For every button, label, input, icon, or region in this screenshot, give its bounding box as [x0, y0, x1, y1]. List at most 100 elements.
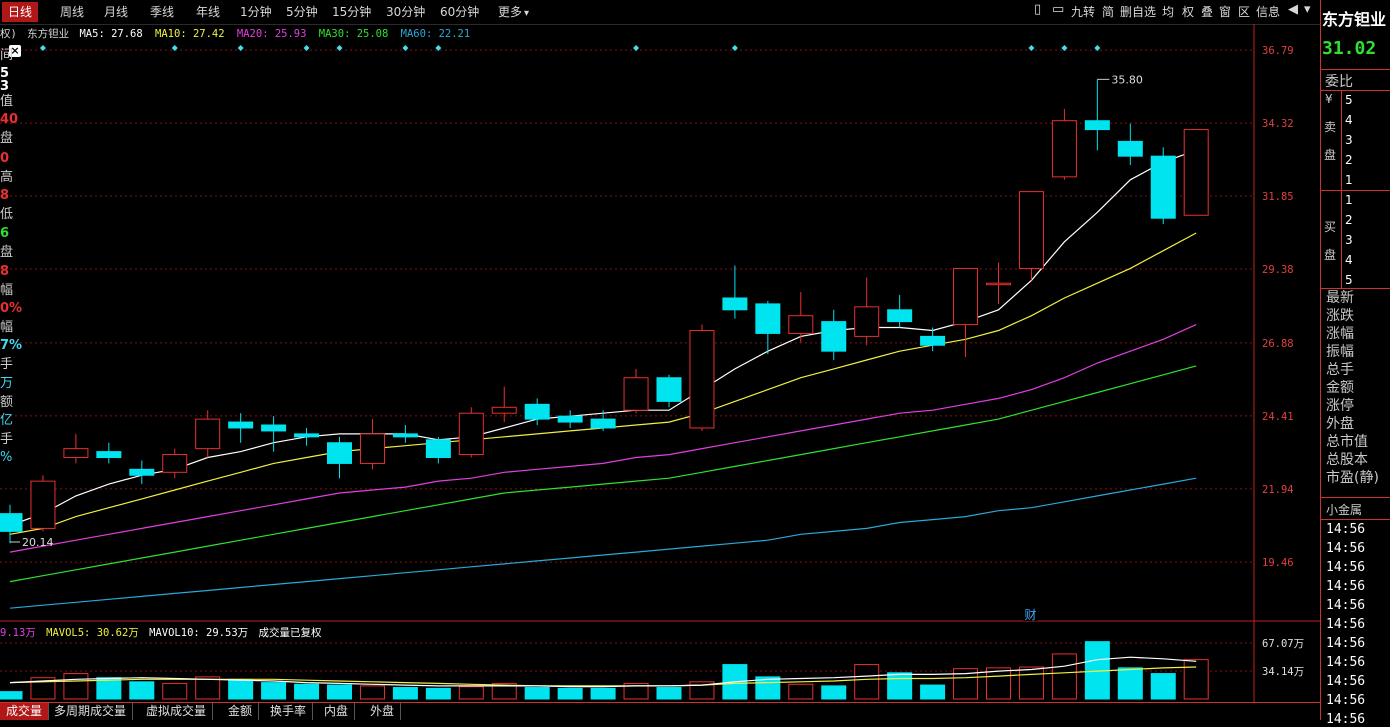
kline-chart[interactable]: 36.79 34.32 31.85 29.38 26.88 24.41 21.94 19.46…	[0, 24, 1320, 702]
buy-level[interactable]: 3	[1345, 233, 1353, 247]
window-icon[interactable]: ▭	[1052, 2, 1064, 17]
sector-label[interactable]: 小金属	[1326, 501, 1362, 518]
candlestick[interactable]	[195, 410, 221, 458]
volume-bar[interactable]	[1183, 659, 1209, 700]
candlestick[interactable]	[623, 368, 649, 414]
candlestick[interactable]	[0, 504, 23, 544]
candlestick[interactable]	[755, 300, 781, 355]
tool-button-7[interactable]: 区	[1238, 3, 1250, 20]
volume-bar[interactable]	[162, 682, 188, 700]
period-tab-6[interactable]: 5分钟	[280, 2, 324, 22]
tool-button-0[interactable]: 九转	[1071, 3, 1095, 20]
volume-bar[interactable]	[228, 678, 254, 700]
period-tab-1[interactable]: 周线	[54, 2, 90, 22]
candlestick[interactable]	[854, 277, 880, 346]
buy-level[interactable]: 2	[1345, 213, 1353, 227]
candlestick[interactable]	[1117, 123, 1143, 166]
menu-icon[interactable]: ▾	[1304, 2, 1311, 17]
candlestick[interactable]	[63, 433, 89, 464]
volume-bar[interactable]	[656, 687, 682, 700]
layout-icon[interactable]: ▯	[1034, 2, 1041, 17]
candlestick[interactable]	[162, 448, 188, 479]
volume-bar[interactable]	[1018, 666, 1044, 700]
volume-bar[interactable]	[425, 687, 451, 700]
volume-bar[interactable]	[887, 672, 913, 700]
volume-bar[interactable]	[920, 684, 946, 700]
candlestick[interactable]	[228, 413, 254, 443]
sell-level[interactable]: 5	[1345, 93, 1353, 107]
candlestick[interactable]	[1084, 79, 1110, 151]
period-tab-9[interactable]: 60分钟	[434, 2, 485, 22]
candlestick[interactable]	[821, 309, 847, 361]
indicator-tab-0[interactable]: 成交量	[0, 703, 50, 720]
candlestick[interactable]	[722, 265, 748, 319]
period-tab-4[interactable]: 年线	[190, 2, 226, 22]
indicator-tab-2[interactable]: 虚拟成交量	[140, 703, 214, 720]
volume-bar[interactable]	[557, 687, 583, 700]
volume-bar[interactable]	[294, 683, 320, 700]
buy-level[interactable]: 5	[1345, 273, 1353, 287]
period-tab-5[interactable]: 1分钟	[234, 2, 278, 22]
tool-button-2[interactable]: 删自选	[1120, 3, 1156, 20]
volume-bar[interactable]	[195, 676, 221, 700]
tool-button-1[interactable]: 简	[1102, 3, 1114, 20]
buy-level[interactable]: 1	[1345, 193, 1353, 207]
volume-bar[interactable]	[854, 664, 880, 700]
candlestick[interactable]	[129, 460, 155, 485]
volume-bar[interactable]	[524, 687, 550, 700]
volume-bar[interactable]	[1051, 653, 1077, 700]
candlestick[interactable]	[1051, 108, 1077, 180]
sell-level[interactable]: 2	[1345, 153, 1353, 167]
candlestick[interactable]	[261, 416, 287, 452]
candlestick[interactable]	[30, 475, 56, 532]
period-tab-3[interactable]: 季线	[144, 2, 180, 22]
candlestick[interactable]	[359, 419, 385, 470]
period-tab-0[interactable]: 日线	[2, 2, 39, 22]
candlestick[interactable]	[425, 436, 451, 464]
tool-button-3[interactable]: 均	[1162, 3, 1174, 20]
candlestick[interactable]	[656, 374, 682, 408]
sell-level[interactable]: 1	[1345, 173, 1353, 187]
volume-bar[interactable]	[0, 691, 23, 700]
buy-level[interactable]: 4	[1345, 253, 1353, 267]
period-tab-2[interactable]: 月线	[98, 2, 134, 22]
volume-bar[interactable]	[788, 683, 814, 700]
tool-button-5[interactable]: 叠	[1201, 3, 1213, 20]
volume-bar[interactable]	[590, 687, 616, 700]
sell-level[interactable]: 3	[1345, 133, 1353, 147]
period-tab-7[interactable]: 15分钟	[326, 2, 377, 22]
candlestick[interactable]	[1183, 129, 1209, 216]
indicator-tab-5[interactable]: 内盘	[318, 703, 356, 720]
candlestick[interactable]	[557, 410, 583, 428]
indicator-tab-6[interactable]: 外盘	[364, 703, 402, 720]
indicator-tab-3[interactable]: 金额	[222, 703, 260, 720]
candlestick[interactable]	[491, 386, 517, 423]
candlestick[interactable]	[294, 427, 320, 446]
candlestick[interactable]	[327, 436, 352, 479]
volume-bar[interactable]	[821, 685, 847, 700]
volume-bar[interactable]	[1117, 667, 1143, 700]
back-icon[interactable]: ◀	[1288, 2, 1298, 17]
candlestick[interactable]	[458, 407, 484, 458]
candlestick[interactable]	[887, 295, 913, 328]
candlestick[interactable]	[953, 267, 979, 358]
indicator-tab-4[interactable]: 换手率	[264, 703, 314, 720]
candlestick[interactable]	[689, 324, 715, 431]
candlestick[interactable]	[920, 327, 946, 352]
volume-bar[interactable]	[261, 682, 287, 700]
indicator-tab-1[interactable]: 多周期成交量	[48, 703, 134, 720]
candlestick[interactable]	[392, 425, 418, 443]
candlestick[interactable]	[1150, 147, 1176, 225]
volume-bar[interactable]	[392, 687, 418, 700]
volume-bar[interactable]	[359, 685, 385, 700]
period-tab-10[interactable]: 更多 ▾	[492, 2, 535, 22]
candlestick[interactable]	[590, 410, 616, 431]
volume-bar[interactable]	[458, 686, 484, 700]
candlestick[interactable]	[1018, 191, 1044, 281]
sell-level[interactable]: 4	[1345, 113, 1353, 127]
volume-bar[interactable]	[1150, 673, 1176, 700]
candlestick[interactable]	[96, 442, 122, 464]
volume-bar[interactable]	[129, 681, 155, 700]
volume-bar[interactable]	[63, 673, 89, 700]
period-tab-8[interactable]: 30分钟	[380, 2, 431, 22]
